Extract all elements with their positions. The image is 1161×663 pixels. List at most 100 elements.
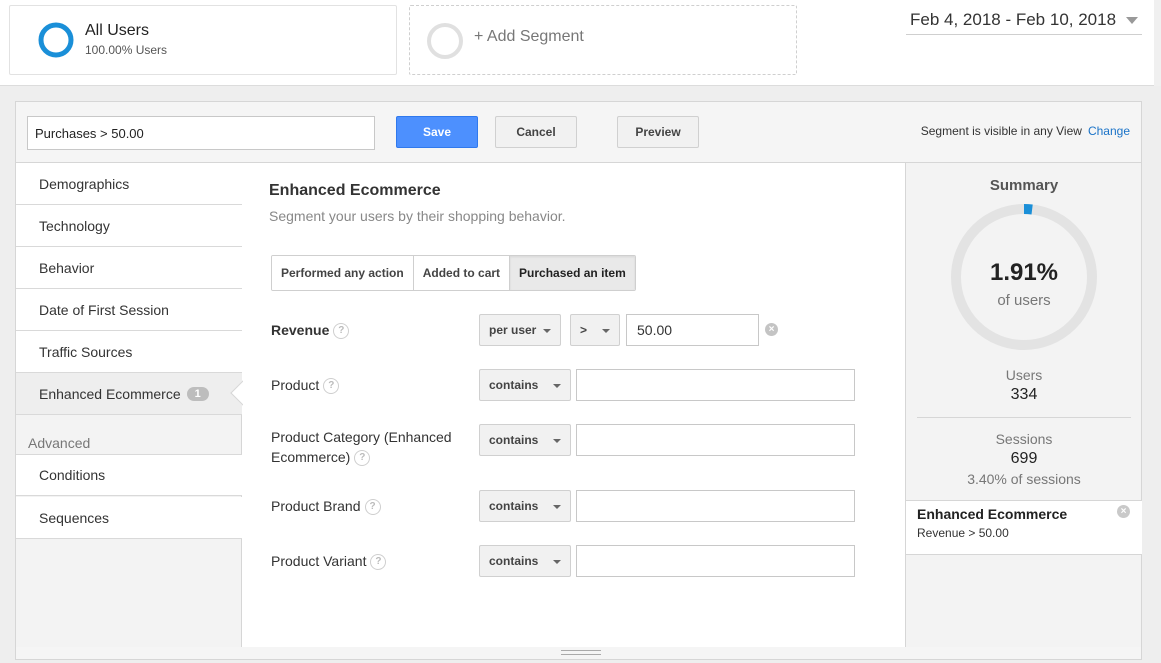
condition-title: Enhanced Ecommerce xyxy=(917,506,1068,522)
add-segment-button[interactable]: + Add Segment xyxy=(409,5,797,75)
product-category-match-select[interactable]: contains xyxy=(479,424,571,456)
product-brand-label: Product Brand? xyxy=(271,496,381,516)
nav-item-label: Traffic Sources xyxy=(39,343,133,360)
nav-item-enhanced-ecommerce[interactable]: Enhanced Ecommerce 1 xyxy=(16,373,256,415)
help-icon[interactable]: ? xyxy=(370,554,387,571)
summary-title: Summary xyxy=(989,177,1059,194)
sessions-value: 699 xyxy=(1010,450,1038,467)
product-category-label: Product Category (Enhanced Ecommerce)? xyxy=(271,427,452,467)
product-brand-match-select[interactable]: contains xyxy=(479,490,571,522)
nav-item-demographics[interactable]: Demographics xyxy=(16,163,242,205)
chevron-down-icon xyxy=(1126,17,1138,24)
segment-bar: All Users 100.00% Users + Add Segment Fe… xyxy=(0,0,1161,86)
ecommerce-panel: Enhanced Ecommerce Segment your users by… xyxy=(243,163,905,657)
tab-purchased-an-item[interactable]: Purchased an item xyxy=(510,256,635,290)
nav-item-label: Sequences xyxy=(39,509,110,526)
scrollbar[interactable] xyxy=(1154,0,1161,86)
remove-condition-icon[interactable]: × xyxy=(1117,505,1130,518)
revenue-scope-select[interactable]: per user xyxy=(479,314,561,346)
visibility-text: Segment is visible in any View xyxy=(920,124,1082,138)
product-category-label-line1: Product Category (Enhanced xyxy=(271,429,452,445)
tab-performed-any-action[interactable]: Performed any action xyxy=(272,256,414,290)
chevron-down-icon xyxy=(602,329,610,333)
revenue-operator-select[interactable]: > xyxy=(570,314,620,346)
nav-item-label: Date of First Session xyxy=(39,301,169,318)
summary-percent-sub: of users xyxy=(997,292,1051,309)
nav-item-label: Conditions xyxy=(39,467,106,483)
product-brand-value-input[interactable] xyxy=(576,490,855,522)
grip-icon xyxy=(561,650,601,655)
revenue-label-text: Revenue xyxy=(271,322,330,338)
nav-item-sequences[interactable]: Sequences xyxy=(16,497,242,539)
chevron-down-icon xyxy=(553,505,561,509)
visibility-note: Segment is visible in any View Change xyxy=(921,124,1130,138)
users-label: Users xyxy=(1005,367,1043,383)
chevron-down-icon xyxy=(543,329,551,333)
chevron-down-icon xyxy=(553,439,561,443)
category-nav: Demographics Technology Behavior Date of… xyxy=(16,163,256,657)
help-icon[interactable]: ? xyxy=(364,499,381,516)
revenue-operator-value: > xyxy=(580,323,588,337)
segment-editor: Save Cancel Preview Segment is visible i… xyxy=(15,101,1142,657)
product-label-text: Product xyxy=(271,377,320,393)
summary-percent: 1.91% xyxy=(989,259,1059,286)
product-variant-label-text: Product Variant xyxy=(271,553,367,569)
save-button[interactable]: Save xyxy=(396,116,478,148)
product-category-match-value: contains xyxy=(489,433,539,447)
sessions-label: Sessions xyxy=(995,431,1053,447)
segment-name-input[interactable] xyxy=(27,116,375,150)
panel-subtitle: Segment your users by their shopping beh… xyxy=(269,208,566,224)
help-icon[interactable]: ? xyxy=(354,450,371,467)
product-category-label-line2: Ecommerce) xyxy=(271,449,351,465)
users-value: 334 xyxy=(1010,386,1038,403)
summary-divider xyxy=(917,417,1131,418)
panel-title: Enhanced Ecommerce xyxy=(269,182,441,199)
segment-percent: 100.00% Users xyxy=(85,43,168,57)
revenue-scope-value: per user xyxy=(489,323,537,337)
product-variant-match-select[interactable]: contains xyxy=(479,545,571,577)
nav-item-technology[interactable]: Technology xyxy=(16,205,242,247)
product-variant-match-value: contains xyxy=(489,554,539,568)
shopping-behavior-tabs: Performed any action Added to cart Purch… xyxy=(271,255,636,291)
nav-section-advanced: Advanced xyxy=(28,435,91,451)
condition-detail: Revenue > 50.00 xyxy=(917,526,1009,540)
revenue-value-input[interactable] xyxy=(626,314,759,346)
nav-item-label: Behavior xyxy=(39,259,95,276)
summary-panel: Summary 1.91% of users Users 334 Session… xyxy=(905,163,1142,657)
nav-item-label: Demographics xyxy=(39,175,130,192)
sessions-percent: 3.40% of sessions xyxy=(967,471,1081,487)
change-visibility-link[interactable]: Change xyxy=(1088,124,1130,138)
product-category-value-input[interactable] xyxy=(576,424,855,456)
empty-segment-ring-icon xyxy=(427,23,463,59)
add-segment-label: + Add Segment xyxy=(474,28,584,45)
product-brand-label-text: Product Brand xyxy=(271,498,361,514)
product-brand-match-value: contains xyxy=(489,499,539,513)
resize-handle[interactable] xyxy=(15,647,1142,660)
product-value-input[interactable] xyxy=(576,369,855,401)
nav-item-label: Enhanced Ecommerce xyxy=(39,385,181,402)
revenue-label: Revenue? xyxy=(271,320,350,340)
nav-item-date-of-first-session[interactable]: Date of First Session xyxy=(16,289,242,331)
segment-card-all-users[interactable]: All Users 100.00% Users xyxy=(9,5,397,75)
tab-added-to-cart[interactable]: Added to cart xyxy=(413,256,511,290)
help-icon[interactable]: ? xyxy=(333,323,350,340)
chevron-down-icon xyxy=(553,560,561,564)
product-variant-value-input[interactable] xyxy=(576,545,855,577)
condition-count-badge: 1 xyxy=(186,386,209,401)
nav-item-conditions[interactable]: Conditions xyxy=(16,454,242,496)
date-range-picker[interactable]: Feb 4, 2018 - Feb 10, 2018 xyxy=(906,4,1142,35)
nav-item-behavior[interactable]: Behavior xyxy=(16,247,242,289)
condition-summary-card: Enhanced Ecommerce Revenue > 50.00 × xyxy=(906,500,1142,555)
segment-ring-icon xyxy=(38,22,74,58)
nav-item-traffic-sources[interactable]: Traffic Sources xyxy=(16,331,242,373)
cancel-button[interactable]: Cancel xyxy=(495,116,577,148)
product-match-select[interactable]: contains xyxy=(479,369,571,401)
product-variant-label: Product Variant? xyxy=(271,551,387,571)
preview-button[interactable]: Preview xyxy=(617,116,699,148)
date-range-text: Feb 4, 2018 - Feb 10, 2018 xyxy=(910,10,1117,29)
clear-icon[interactable]: × xyxy=(765,323,778,336)
nav-item-label: Technology xyxy=(39,217,110,234)
editor-toolbar: Save Cancel Preview Segment is visible i… xyxy=(16,102,1141,163)
chevron-down-icon xyxy=(553,384,561,388)
help-icon[interactable]: ? xyxy=(323,378,340,395)
